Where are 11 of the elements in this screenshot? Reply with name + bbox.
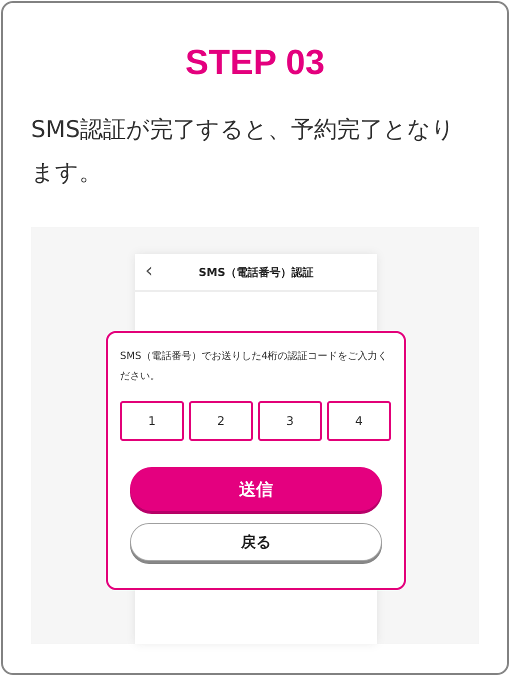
code-field[interactable]: 4 <box>327 401 391 441</box>
back-icon[interactable]: ‹ <box>145 258 153 282</box>
screen-title: SMS（電話番号）認証 <box>198 264 314 280</box>
send-button[interactable]: 送信 <box>130 467 382 511</box>
code-field[interactable]: 3 <box>258 401 322 441</box>
code-field[interactable]: 1 <box>120 401 184 441</box>
code-field[interactable]: 2 <box>189 401 253 441</box>
back-button[interactable]: 戻る <box>130 523 382 561</box>
step-title: STEP 03 <box>184 43 326 83</box>
dialog-message: SMS（電話番号）でお送りした4桁の認証コードをご入力ください。 <box>120 350 389 384</box>
description-text: SMS認証が完了すると、予約完了となります。 <box>31 116 456 188</box>
